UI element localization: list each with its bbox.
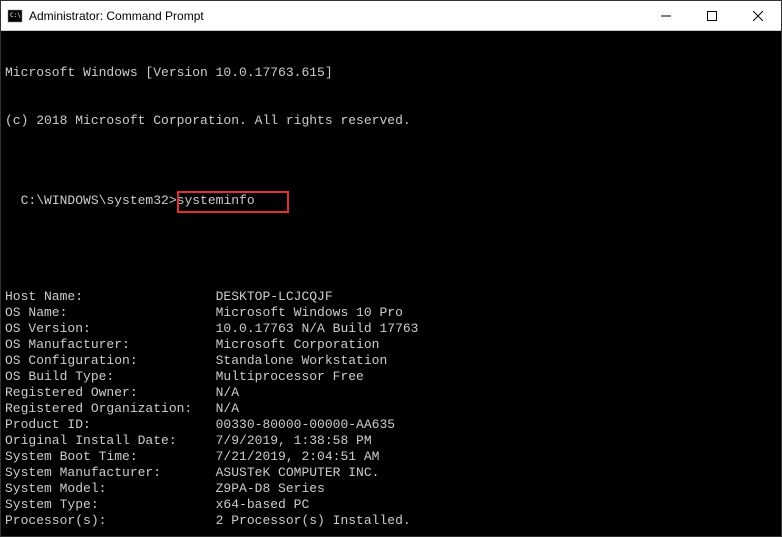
info-row: OS Manufacturer: Microsoft Corporation <box>5 337 777 353</box>
titlebar-left: C:\ Administrator: Command Prompt <box>1 8 204 24</box>
info-row: OS Configuration: Standalone Workstation <box>5 353 777 369</box>
info-row: System Boot Time: 7/21/2019, 2:04:51 AM <box>5 449 777 465</box>
info-row: Original Install Date: 7/9/2019, 1:38:58… <box>5 433 777 449</box>
info-row: Processor(s): 2 Processor(s) Installed. <box>5 513 777 529</box>
header-line-1: Microsoft Windows [Version 10.0.17763.61… <box>5 65 777 81</box>
prompt-command: systeminfo <box>177 193 255 208</box>
minimize-button[interactable] <box>643 1 689 30</box>
blank-line <box>5 225 777 241</box>
systeminfo-output: Host Name: DESKTOP-LCJCQJFOS Name: Micro… <box>5 289 777 529</box>
prompt-line: C:\WINDOWS\system32>systeminfo <box>21 193 255 209</box>
info-row: System Model: Z9PA-D8 Series <box>5 481 777 497</box>
info-row: Host Name: DESKTOP-LCJCQJF <box>5 289 777 305</box>
terminal-area[interactable]: Microsoft Windows [Version 10.0.17763.61… <box>1 31 781 536</box>
window-controls <box>643 1 781 30</box>
info-row: OS Name: Microsoft Windows 10 Pro <box>5 305 777 321</box>
window-titlebar: C:\ Administrator: Command Prompt <box>1 1 781 31</box>
cmd-icon: C:\ <box>7 8 23 24</box>
prompt-path: C:\WINDOWS\system32> <box>21 193 177 208</box>
close-button[interactable] <box>735 1 781 30</box>
info-row: Registered Owner: N/A <box>5 385 777 401</box>
window-title: Administrator: Command Prompt <box>29 9 204 23</box>
info-row: OS Build Type: Multiprocessor Free <box>5 369 777 385</box>
info-row: System Manufacturer: ASUSTeK COMPUTER IN… <box>5 465 777 481</box>
header-line-2: (c) 2018 Microsoft Corporation. All righ… <box>5 113 777 129</box>
info-row: Product ID: 00330-80000-00000-AA635 <box>5 417 777 433</box>
info-row: System Type: x64-based PC <box>5 497 777 513</box>
info-row: Registered Organization: N/A <box>5 401 777 417</box>
info-row: OS Version: 10.0.17763 N/A Build 17763 <box>5 321 777 337</box>
svg-text:C:\: C:\ <box>10 12 21 19</box>
blank-line <box>5 161 777 177</box>
maximize-button[interactable] <box>689 1 735 30</box>
